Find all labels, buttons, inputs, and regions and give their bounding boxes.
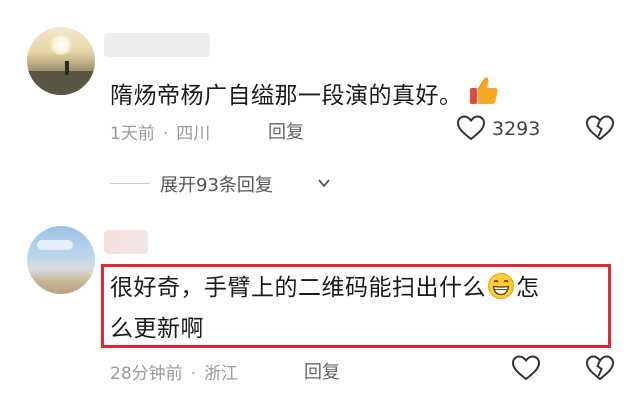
comment-meta: 1天前 · 四川 xyxy=(110,119,210,144)
comment-meta: 28分钟前 · 浙江 xyxy=(110,359,238,384)
reply-button[interactable]: 回复 xyxy=(304,358,340,384)
meta-separator: · xyxy=(190,364,197,384)
reply-button[interactable]: 回复 xyxy=(268,118,304,144)
grinning-face-icon xyxy=(488,273,514,299)
avatar-cloud xyxy=(37,240,73,250)
comment-location: 四川 xyxy=(176,124,211,144)
expand-divider xyxy=(110,183,150,184)
avatar-hill xyxy=(27,71,95,95)
meta-separator: · xyxy=(162,124,169,144)
like-button[interactable] xyxy=(456,114,486,146)
comment-time: 28分钟前 xyxy=(110,364,183,384)
avatar-sun xyxy=(49,35,73,55)
like-button[interactable] xyxy=(511,354,541,386)
dislike-button[interactable] xyxy=(585,354,615,386)
thumbs-up-icon xyxy=(469,77,498,104)
heart-icon xyxy=(511,355,541,381)
like-count: 3293 xyxy=(492,118,541,140)
expand-replies-label: 展开93条回复 xyxy=(160,175,273,196)
heart-icon xyxy=(456,115,486,141)
comment-text-line1: 很好奇，手臂上的二维码能扫出什么 怎 xyxy=(110,268,540,302)
avatar-figure xyxy=(65,61,69,75)
blurred-username[interactable] xyxy=(104,230,148,254)
comment-time: 1天前 xyxy=(110,124,155,144)
user-avatar[interactable] xyxy=(27,27,95,95)
chevron-down-icon xyxy=(318,179,330,188)
dislike-button[interactable] xyxy=(585,114,615,146)
comment-text: 隋炀帝杨广自缢那一段演的真好。 xyxy=(110,74,501,110)
user-avatar[interactable] xyxy=(27,226,95,294)
broken-heart-icon xyxy=(585,355,615,381)
broken-heart-icon xyxy=(585,115,615,141)
blurred-username[interactable] xyxy=(104,33,210,57)
comment-location: 浙江 xyxy=(204,364,239,384)
comment-text-line2: 么更新啊 xyxy=(110,316,204,342)
